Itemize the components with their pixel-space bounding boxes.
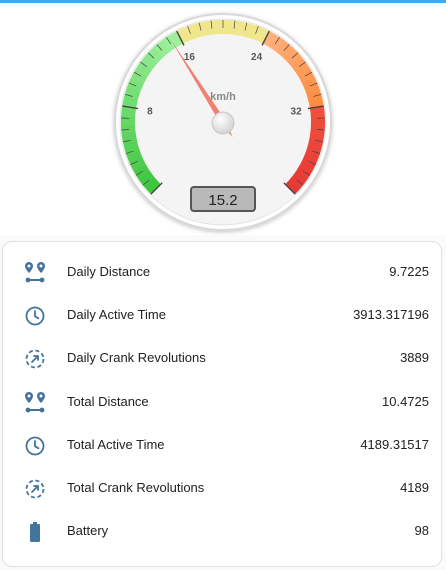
speed-gauge: 8 16 24 32 km/h 15.2: [114, 13, 332, 231]
gauge-tick-label: 24: [251, 52, 263, 63]
entity-row[interactable]: Total Distance 10.4725: [3, 382, 441, 422]
speed-gauge-card[interactable]: 8 16 24 32 km/h 15.2: [0, 3, 446, 235]
gauge-tick-label: 16: [184, 52, 196, 63]
gauge-tick-label: 8: [147, 106, 153, 117]
entity-name: Daily Distance: [67, 264, 151, 279]
gauge-tick-label: 32: [291, 106, 303, 117]
map-marker-distance-icon: [23, 261, 47, 285]
entity-name: Daily Crank Revolutions: [67, 350, 206, 366]
rotate-dashed-icon: [23, 347, 47, 371]
entity-state: 10.4725: [382, 393, 429, 409]
gauge-unit-label: km/h: [210, 91, 236, 103]
entity-row[interactable]: Battery 98: [3, 511, 441, 551]
entity-state: 9.7225: [389, 264, 429, 279]
entity-row[interactable]: Daily Crank Revolutions 3889: [3, 338, 441, 378]
entity-state: 4189: [400, 480, 429, 495]
entity-name: Total Distance: [67, 393, 149, 409]
entity-row[interactable]: Daily Active Time 3913.317196: [3, 295, 441, 335]
entity-row[interactable]: Total Active Time 4189.31517: [3, 425, 441, 465]
clock-outline-icon: [23, 304, 47, 328]
entity-state: 4189.31517: [360, 436, 429, 452]
entity-name: Daily Active Time: [67, 307, 166, 323]
rotate-dashed-icon: [23, 477, 47, 501]
entity-row[interactable]: Total Crank Revolutions 4189: [3, 468, 441, 508]
entity-row[interactable]: Daily Distance 9.7225: [3, 252, 441, 292]
gauge-band-green: [121, 114, 136, 126]
entity-state: 3889: [400, 350, 429, 366]
gauge-value-text: 15.2: [208, 192, 237, 209]
entity-name: Battery: [67, 523, 109, 539]
entity-name: Total Crank Revolutions: [67, 480, 205, 495]
entities-card: Daily Distance 9.7225 Daily Active Time 391…: [2, 241, 442, 567]
entity-state: 98: [414, 523, 429, 539]
entity-state: 3913.317196: [353, 307, 429, 323]
entity-name: Total Active Time: [67, 436, 165, 452]
gauge-needle-hub: [211, 111, 235, 135]
clock-outline-icon: [23, 434, 47, 458]
map-marker-distance-icon: [23, 391, 47, 415]
battery-icon: [23, 520, 47, 544]
